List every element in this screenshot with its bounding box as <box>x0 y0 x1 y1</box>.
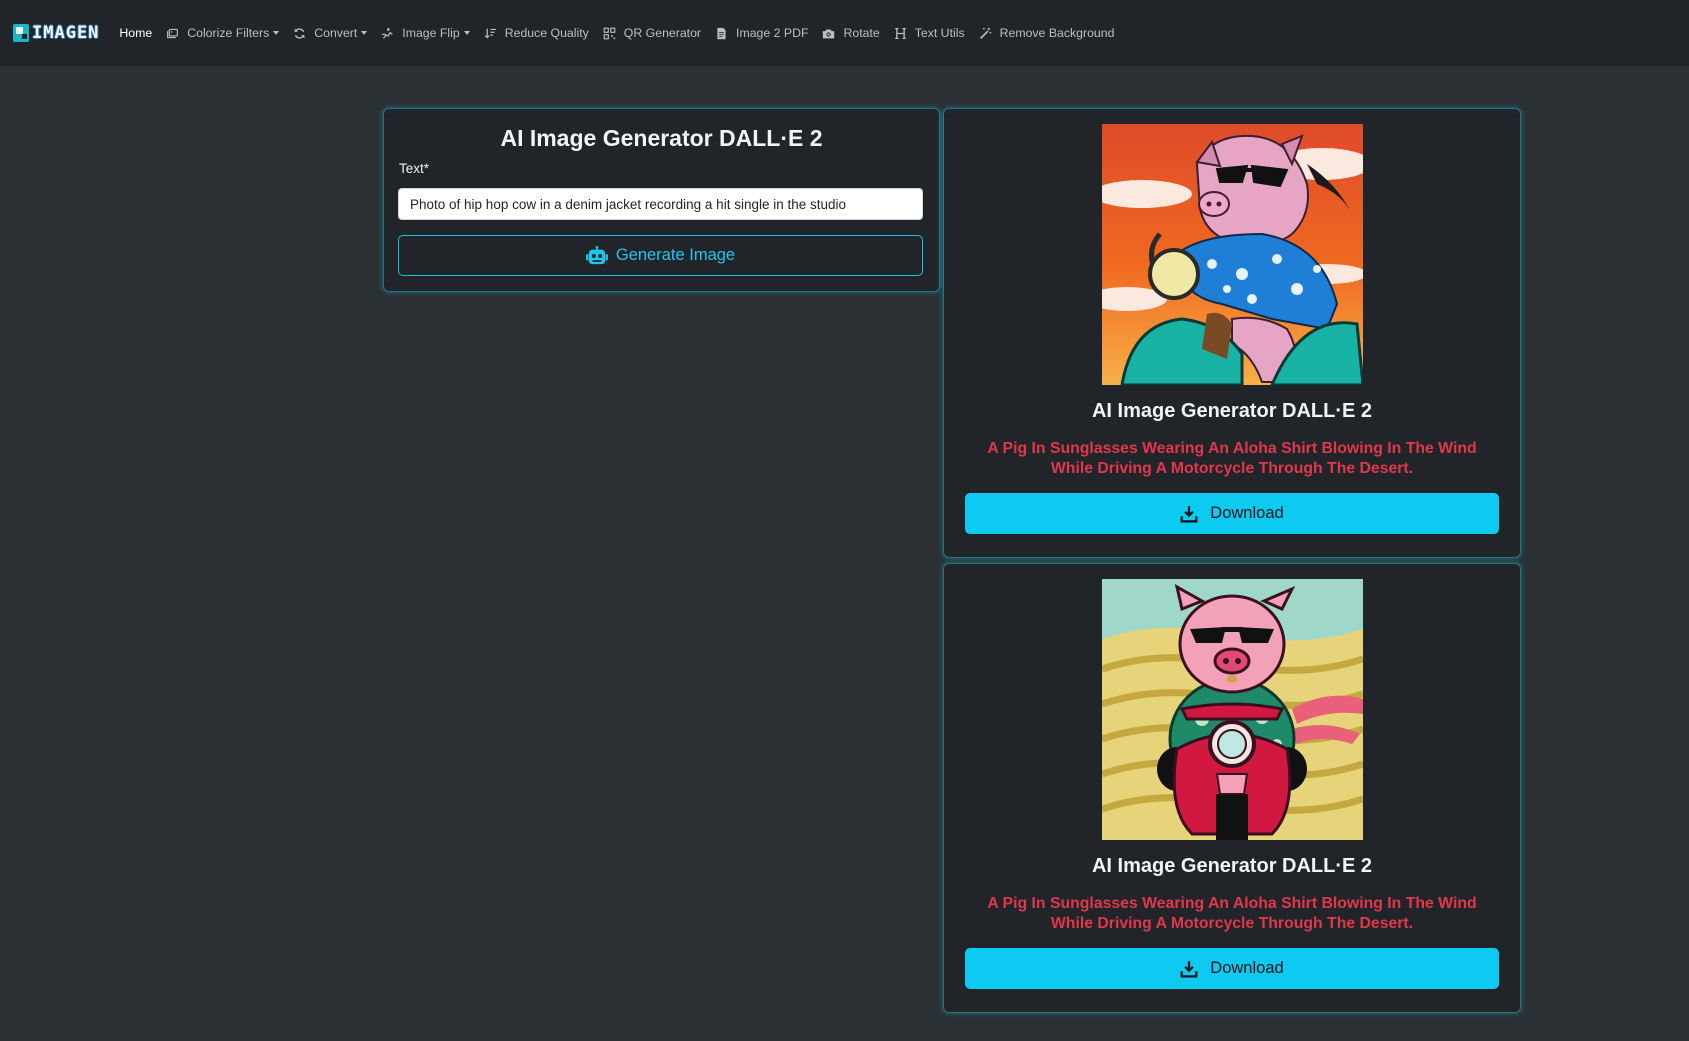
download-label: Download <box>1210 504 1284 522</box>
result-card: AI Image Generator DALL·E 2 A Pig In Sun… <box>944 564 1520 1012</box>
download-icon <box>1180 505 1198 522</box>
chevron-down-icon <box>361 31 368 35</box>
nav-item-image-flip[interactable]: Image Flip <box>381 26 470 40</box>
text-field-label: Text* <box>399 161 430 176</box>
nav-item-reduce-quality[interactable]: Reduce Quality <box>484 26 589 40</box>
prompt-text-input[interactable] <box>398 188 923 220</box>
nav-menu: Home Colorize Filters Convert Image Flip <box>119 26 1128 40</box>
result-description: A Pig In Sunglasses Wearing An Aloha Shi… <box>987 440 1477 477</box>
heading-icon <box>894 27 907 40</box>
nav-item-text-utils[interactable]: Text Utils <box>894 26 965 40</box>
result-title: AI Image Generator DALL·E 2 <box>1091 400 1373 422</box>
nav-item-label: Colorize Filters <box>187 26 270 40</box>
nav-item-convert[interactable]: Convert <box>293 26 368 40</box>
camera-icon <box>822 27 835 40</box>
nav-item-qr-generator[interactable]: QR Generator <box>603 26 701 40</box>
chevron-down-icon <box>273 31 280 35</box>
form-title: AI Image Generator DALL·E 2 <box>500 125 823 151</box>
brand-name: IMAGEN <box>32 23 100 43</box>
generated-image <box>1102 579 1363 840</box>
generate-image-label: Generate Image <box>615 246 736 264</box>
magic-wand-icon <box>979 27 992 40</box>
nav-item-colorize-filters[interactable]: Colorize Filters <box>166 26 280 40</box>
download-icon <box>1180 960 1198 977</box>
nav-item-label: Image Flip <box>402 26 460 40</box>
images-icon <box>166 27 179 40</box>
nav-item-label: Reduce Quality <box>504 26 589 40</box>
brand-logo[interactable]: IMAGEN <box>13 23 99 43</box>
generate-image-button[interactable]: Generate Image <box>398 235 923 276</box>
download-label: Download <box>1210 959 1284 977</box>
generator-form-card: AI Image Generator DALL·E 2 Text* Genera… <box>384 109 939 291</box>
nav-item-label: Rotate <box>843 26 880 40</box>
nav-item-home[interactable]: Home <box>119 26 152 40</box>
file-icon <box>715 27 728 40</box>
nav-item-label: Image 2 PDF <box>736 26 809 40</box>
qrcode-icon <box>603 27 616 40</box>
download-button[interactable]: Download <box>965 948 1499 989</box>
nav-item-label: Convert <box>314 26 358 40</box>
result-card: AI Image Generator DALL·E 2 A Pig In Sun… <box>944 109 1520 557</box>
logo-icon <box>13 24 29 42</box>
nav-item-label: Home <box>119 26 153 40</box>
nav-item-image-2-pdf[interactable]: Image 2 PDF <box>715 26 808 40</box>
nav-item-label: Remove Background <box>999 26 1115 40</box>
nav-item-remove-background[interactable]: Remove Background <box>979 26 1115 40</box>
generated-image <box>1102 124 1363 385</box>
robot-icon <box>585 245 608 264</box>
nav-item-label: QR Generator <box>623 26 702 40</box>
result-title: AI Image Generator DALL·E 2 <box>1091 855 1373 877</box>
sync-icon <box>293 27 306 40</box>
chevron-down-icon <box>463 31 470 35</box>
nav-item-rotate[interactable]: Rotate <box>822 26 880 40</box>
result-description: A Pig In Sunglasses Wearing An Aloha Shi… <box>987 895 1477 932</box>
flip-icon <box>381 27 394 40</box>
top-navbar: IMAGEN Home Colorize Filters Convert Ima… <box>0 0 1689 66</box>
sort-down-icon <box>484 27 497 40</box>
nav-item-label: Text Utils <box>914 26 965 40</box>
download-button[interactable]: Download <box>965 493 1499 534</box>
